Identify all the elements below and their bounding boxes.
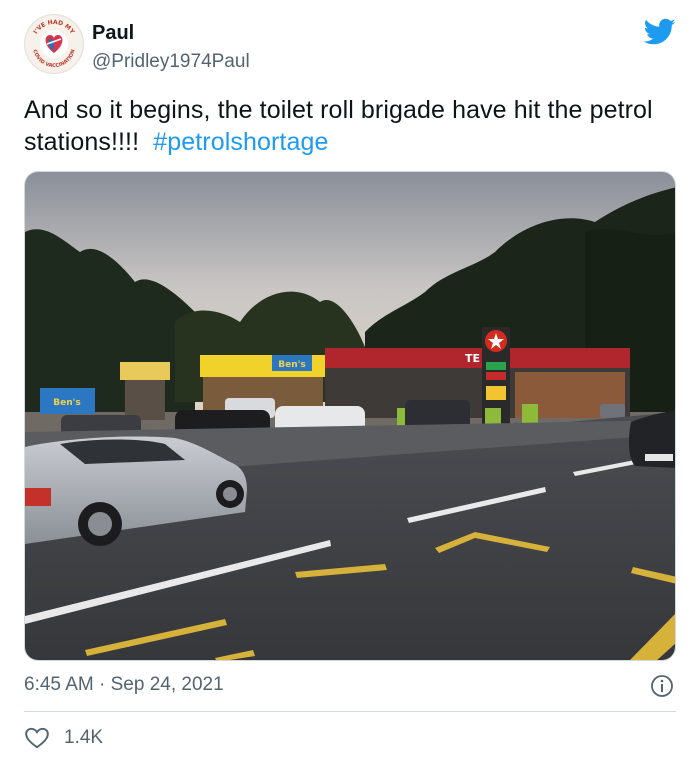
tweet-timestamp[interactable]: 6:45 AM · Sep 24, 2021 xyxy=(24,674,224,696)
tweet-photo[interactable]: Ben's Ben's TE xyxy=(24,171,676,661)
twitter-bird-icon[interactable] xyxy=(644,18,676,46)
tweet-card: I'VE HAD MY COVID VACCINATION Paul @Prid… xyxy=(0,0,700,764)
hashtag-link[interactable]: #petrolshortage xyxy=(153,128,328,156)
like-count: 1.4K xyxy=(64,727,104,748)
bens-canopy-text: Ben's xyxy=(278,360,305,370)
heart-icon[interactable] xyxy=(24,725,50,751)
bens-sign-text: Ben's xyxy=(53,398,80,408)
meta-separator: · xyxy=(99,674,106,695)
tweet-header: I'VE HAD MY COVID VACCINATION Paul @Prid… xyxy=(24,14,676,80)
tweet-text: And so it begins, the toilet roll brigad… xyxy=(24,94,684,158)
avatar[interactable]: I'VE HAD MY COVID VACCINATION xyxy=(24,14,84,74)
divider xyxy=(24,711,676,712)
petrol-station-photo: Ben's Ben's TE xyxy=(25,172,675,660)
tweet-body: And so it begins, the toilet roll brigad… xyxy=(24,96,653,156)
like-action[interactable]: 1.4K xyxy=(24,724,103,752)
info-icon[interactable] xyxy=(650,674,674,698)
texaco-canopy-text: TE xyxy=(465,352,480,365)
author-name[interactable]: Paul xyxy=(92,22,134,45)
heart-badge-avatar-icon: I'VE HAD MY COVID VACCINATION xyxy=(26,16,82,72)
tweet-time: 6:45 AM xyxy=(24,674,94,695)
author-handle[interactable]: @Pridley1974Paul xyxy=(92,51,250,73)
tweet-date: Sep 24, 2021 xyxy=(110,674,224,695)
